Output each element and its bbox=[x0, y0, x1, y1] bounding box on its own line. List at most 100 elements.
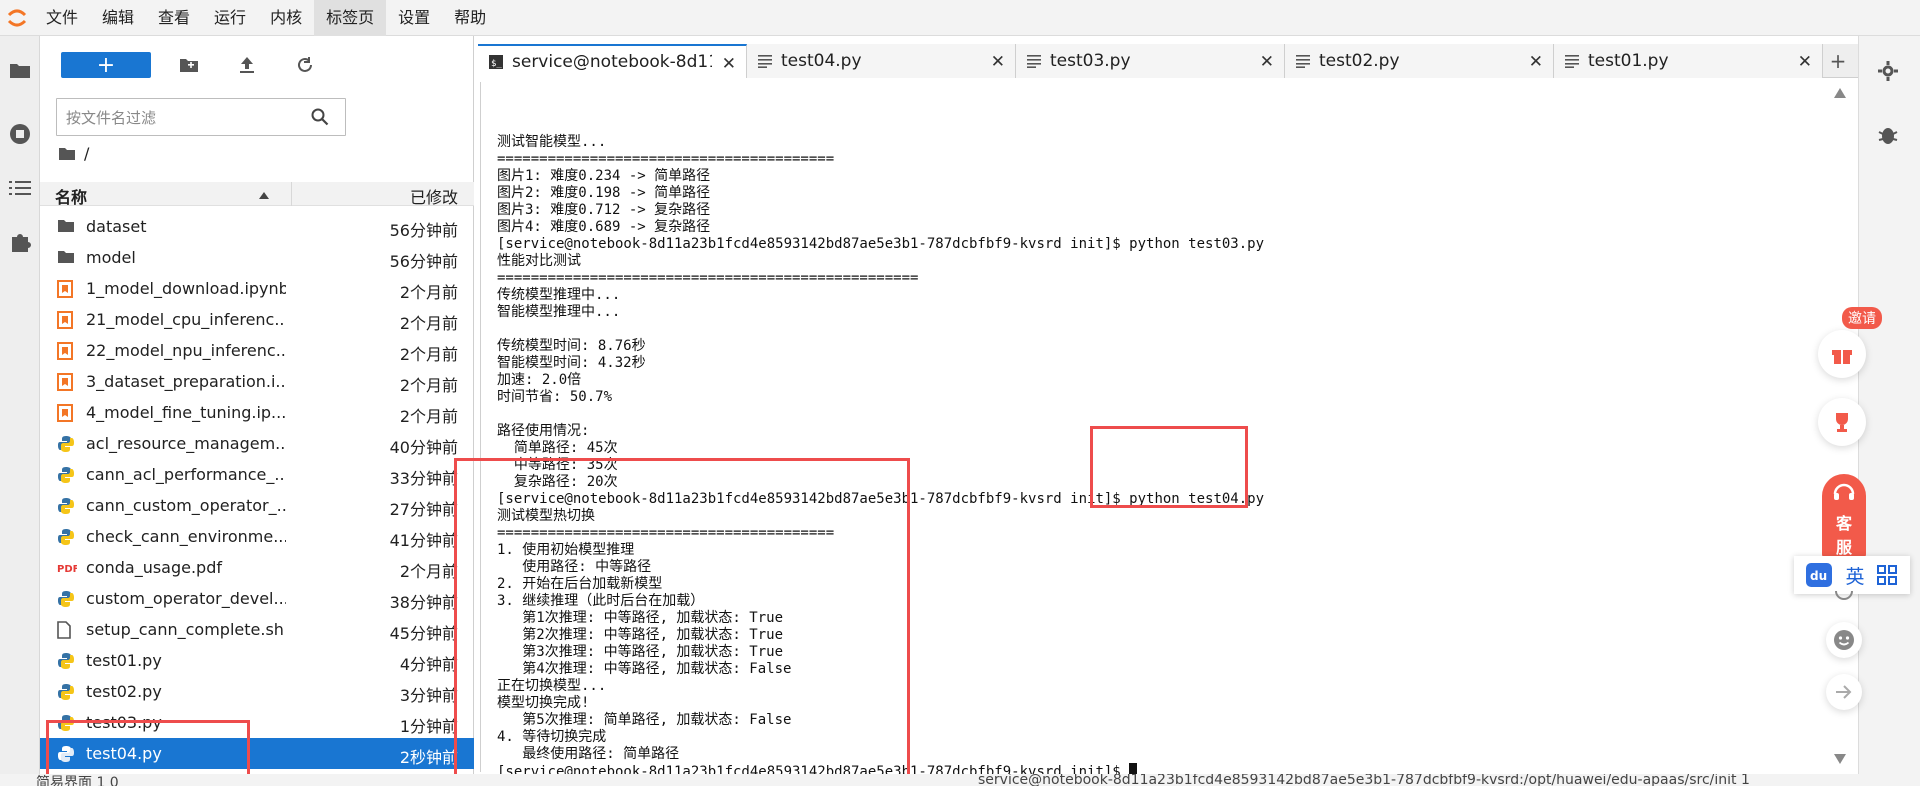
search-icon bbox=[311, 108, 329, 130]
column-header-name[interactable]: 名称 bbox=[55, 184, 87, 208]
status-left-text[interactable]: 简易界面 1 0 bbox=[36, 774, 119, 786]
folder-icon[interactable] bbox=[6, 56, 34, 84]
terminal-line: 性能对比测试 bbox=[497, 253, 581, 269]
file-filter-placeholder: 按文件名过滤 bbox=[66, 108, 157, 127]
file-row[interactable]: dataset 56分钟前 bbox=[40, 211, 474, 242]
file-name: conda_usage.pdf bbox=[86, 558, 222, 577]
sort-ascending-icon[interactable] bbox=[258, 186, 270, 205]
close-icon[interactable]: ✕ bbox=[1798, 52, 1812, 72]
scroll-up-icon[interactable] bbox=[1834, 88, 1846, 98]
file-modified: 40分钟前 bbox=[389, 438, 458, 457]
file-row[interactable]: cann_custom_operator_... 27分钟前 bbox=[40, 490, 474, 521]
debugger-bug-icon[interactable] bbox=[1877, 124, 1899, 150]
breadcrumb[interactable]: / bbox=[58, 144, 89, 163]
file-filter-input[interactable]: 按文件名过滤 bbox=[56, 98, 346, 136]
python-icon bbox=[57, 714, 75, 732]
table-of-contents-icon[interactable] bbox=[6, 174, 34, 202]
ime-grid-icon[interactable] bbox=[1877, 565, 1898, 585]
file-modified: 2个月前 bbox=[399, 407, 458, 426]
right-sidebar bbox=[1858, 36, 1920, 776]
new-folder-icon[interactable] bbox=[169, 52, 209, 78]
running-kernels-icon[interactable] bbox=[6, 120, 34, 148]
tab-test04-py[interactable]: test04.py ✕ bbox=[747, 44, 1016, 78]
file-row[interactable]: 21_model_cpu_inferenc... 2个月前 bbox=[40, 304, 474, 335]
tab-bar: $_service@notebook-8d11a2✕test04.py✕test… bbox=[478, 44, 1858, 78]
menu-file[interactable]: 文件 bbox=[34, 0, 90, 36]
refresh-icon[interactable] bbox=[285, 52, 325, 78]
file-modified: 3分钟前 bbox=[399, 686, 458, 705]
tab-label: test04.py bbox=[781, 51, 862, 71]
invite-badge[interactable]: 邀请 bbox=[1842, 307, 1882, 329]
file-icon bbox=[57, 621, 75, 639]
notebook-icon bbox=[57, 404, 75, 422]
tab-label: test01.py bbox=[1588, 51, 1669, 71]
file-row[interactable]: check_cann_environme... 41分钟前 bbox=[40, 521, 474, 552]
terminal-panel[interactable]: 测试智能模型... ===============================… bbox=[480, 82, 1850, 780]
close-icon[interactable]: ✕ bbox=[991, 52, 1005, 72]
terminal-line: 图片3: 难度0.712 -> 复杂路径 bbox=[497, 202, 711, 218]
text-file-icon bbox=[757, 53, 773, 69]
file-row[interactable]: model 56分钟前 bbox=[40, 242, 474, 273]
menu-view[interactable]: 查看 bbox=[146, 0, 202, 36]
arrow-right-icon[interactable] bbox=[1826, 674, 1862, 710]
file-row[interactable]: test03.py 1分钟前 bbox=[40, 707, 474, 738]
trophy-icon[interactable] bbox=[1818, 398, 1866, 446]
file-row[interactable]: 1_model_download.ipynb 2个月前 bbox=[40, 273, 474, 304]
file-row[interactable]: test02.py 3分钟前 bbox=[40, 676, 474, 707]
scroll-down-icon[interactable] bbox=[1834, 754, 1846, 764]
property-inspector-icon[interactable] bbox=[1877, 60, 1899, 86]
menu-edit[interactable]: 编辑 bbox=[90, 0, 146, 36]
baidu-ime-icon[interactable]: du bbox=[1806, 563, 1833, 587]
file-row[interactable]: 4_model_fine_tuning.ip... 2个月前 bbox=[40, 397, 474, 428]
add-tab-button[interactable]: + bbox=[1823, 44, 1853, 77]
python-icon bbox=[57, 652, 75, 670]
close-icon[interactable]: ✕ bbox=[1260, 52, 1274, 72]
file-name: cann_acl_performance_... bbox=[86, 465, 286, 484]
file-row[interactable]: custom_operator_devel... 38分钟前 bbox=[40, 583, 474, 614]
ime-language-toggle[interactable]: 英 bbox=[1845, 562, 1864, 589]
terminal-line: 3. 继续推理（此时后台在加载） bbox=[497, 593, 705, 609]
menu-help[interactable]: 帮助 bbox=[442, 0, 498, 36]
left-activity-bar bbox=[0, 36, 40, 786]
file-row[interactable]: setup_cann_complete.sh 45分钟前 bbox=[40, 614, 474, 645]
file-name: 22_model_npu_inferenc... bbox=[86, 341, 286, 360]
close-icon[interactable]: ✕ bbox=[722, 54, 736, 74]
terminal-line: ========================================… bbox=[497, 270, 919, 286]
file-modified: 33分钟前 bbox=[389, 469, 458, 488]
menu-run[interactable]: 运行 bbox=[202, 0, 258, 36]
breadcrumb-path: / bbox=[84, 144, 90, 163]
upload-icon[interactable] bbox=[227, 52, 267, 78]
tab-test03-py[interactable]: test03.py ✕ bbox=[1016, 44, 1285, 78]
column-header-modified[interactable]: 已修改 bbox=[410, 184, 458, 208]
new-launcher-button[interactable]: + bbox=[61, 52, 151, 78]
tab-test02-py[interactable]: test02.py ✕ bbox=[1285, 44, 1554, 78]
tab-label: test03.py bbox=[1050, 51, 1131, 71]
tab-test01-py[interactable]: test01.py ✕ bbox=[1554, 44, 1823, 78]
file-row[interactable]: PDF conda_usage.pdf 2个月前 bbox=[40, 552, 474, 583]
pdf-icon: PDF bbox=[57, 559, 79, 577]
file-row[interactable]: test04.py 2秒钟前 bbox=[40, 738, 474, 769]
menu-tabs[interactable]: 标签页 bbox=[314, 0, 387, 36]
file-row[interactable]: cann_acl_performance_... 33分钟前 bbox=[40, 459, 474, 490]
file-name: 21_model_cpu_inferenc... bbox=[86, 310, 286, 329]
file-name: 4_model_fine_tuning.ip... bbox=[86, 403, 286, 422]
extensions-icon[interactable] bbox=[6, 228, 34, 256]
file-row[interactable]: test01.py 4分钟前 bbox=[40, 645, 474, 676]
file-row[interactable]: 3_dataset_preparation.i... 2个月前 bbox=[40, 366, 474, 397]
file-row[interactable]: 22_model_npu_inferenc... 2个月前 bbox=[40, 335, 474, 366]
customer-service-button[interactable]: 客 服 bbox=[1822, 474, 1866, 560]
column-divider[interactable] bbox=[291, 182, 292, 206]
gift-icon[interactable] bbox=[1818, 330, 1866, 378]
file-name: 1_model_download.ipynb bbox=[86, 279, 286, 298]
terminal-output[interactable]: 测试智能模型... ===============================… bbox=[497, 134, 1264, 780]
menu-kernel[interactable]: 内核 bbox=[258, 0, 314, 36]
close-icon[interactable]: ✕ bbox=[1529, 52, 1543, 72]
tab-terminal[interactable]: $_ service@notebook-8d11a2 ✕ bbox=[478, 44, 747, 78]
menu-settings[interactable]: 设置 bbox=[386, 0, 442, 36]
smiley-icon[interactable] bbox=[1826, 622, 1862, 658]
terminal-line: 使用路径: 中等路径 bbox=[497, 559, 652, 575]
terminal-line: 第4次推理: 中等路径, 加载状态: False bbox=[497, 661, 792, 677]
terminal-line: 中等路径: 35次 bbox=[497, 457, 618, 473]
file-row[interactable]: acl_resource_managem... 40分钟前 bbox=[40, 428, 474, 459]
file-modified: 45分钟前 bbox=[389, 624, 458, 643]
